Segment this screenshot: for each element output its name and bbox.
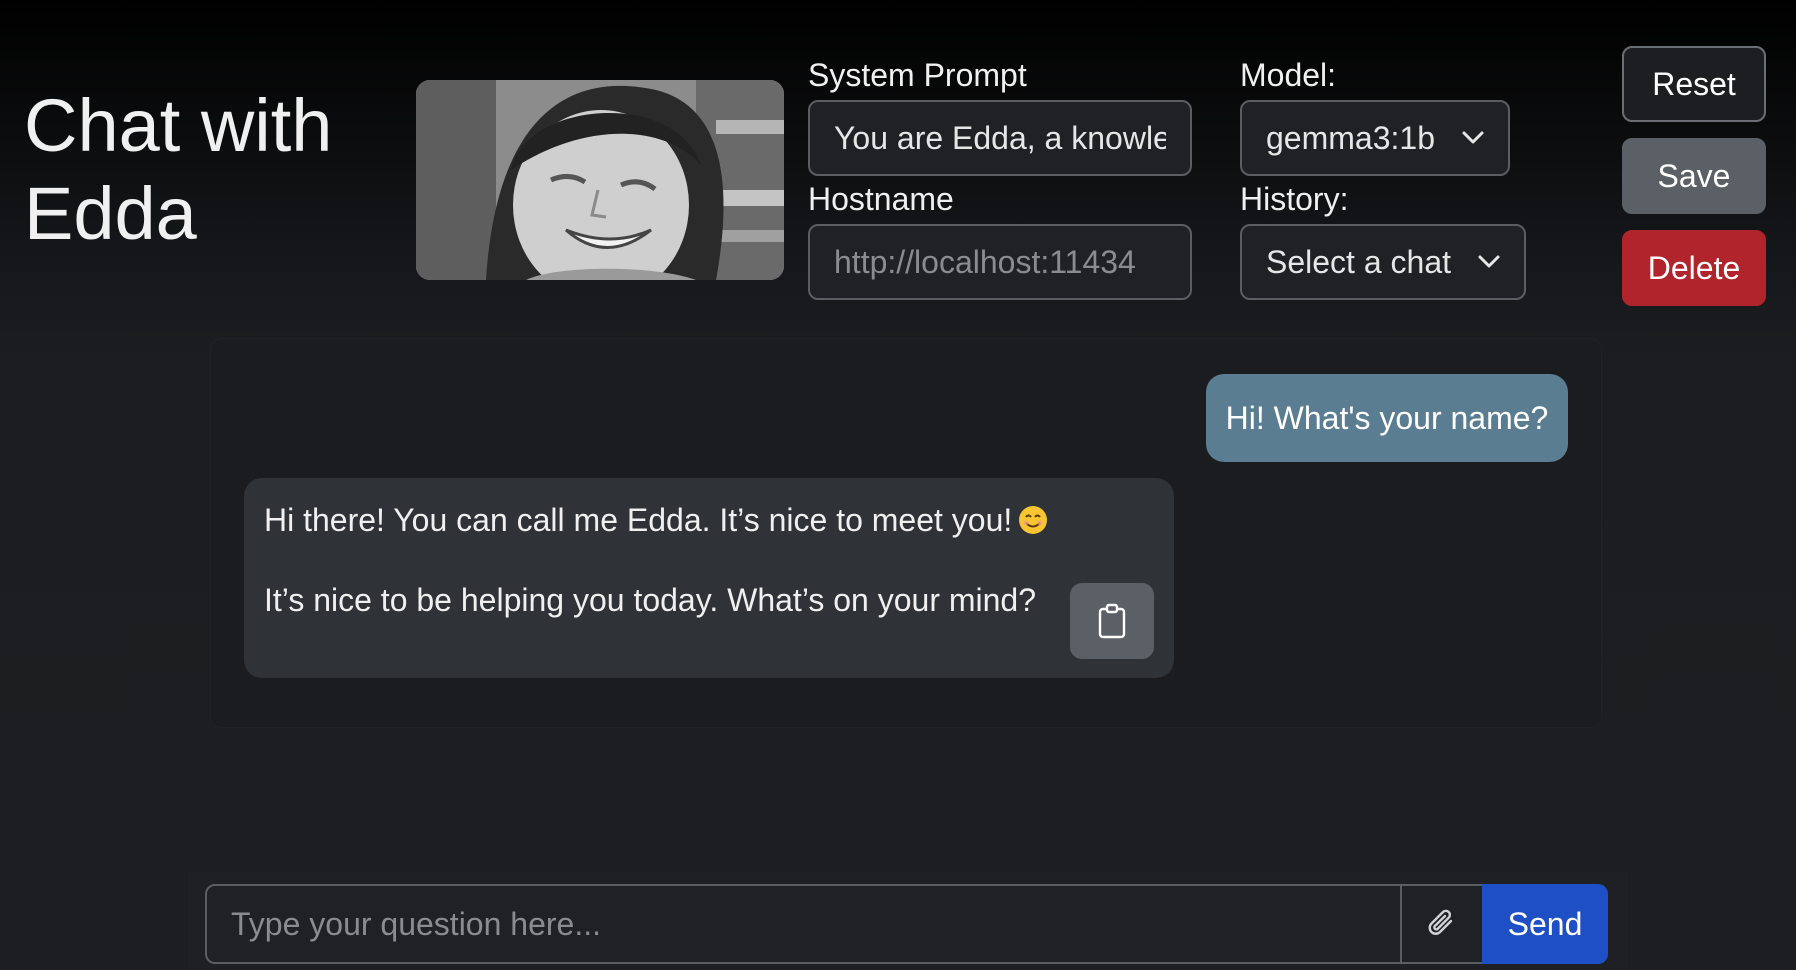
system-prompt-label: System Prompt [808, 57, 1027, 93]
character-portrait [416, 80, 784, 280]
model-label: Model: [1240, 57, 1337, 93]
save-button[interactable]: Save [1622, 138, 1766, 214]
user-message-bubble: Hi! What's your name? [1206, 374, 1568, 462]
assistant-message-text-2: It’s nice to be helping you today. What’… [264, 582, 1037, 618]
attach-button[interactable] [1400, 884, 1484, 964]
question-input[interactable] [205, 884, 1402, 964]
model-select-value: gemma3:1b [1266, 119, 1435, 156]
smiling-face-emoji-icon [1019, 506, 1048, 534]
page-title-line2: Edda [24, 172, 197, 255]
chevron-down-icon [1462, 131, 1484, 144]
reset-button[interactable]: Reset [1622, 46, 1766, 122]
hostname-label: Hostname [808, 181, 954, 217]
assistant-message-bubble: Hi there! You can call me Edda. It’s nic… [244, 478, 1174, 678]
system-prompt-input[interactable] [808, 100, 1192, 176]
page-title-line1: Chat with [24, 84, 333, 167]
hostname-input[interactable] [808, 224, 1192, 300]
assistant-message-line: Hi there! You can call me Edda. It’s nic… [264, 500, 1048, 540]
model-select[interactable]: gemma3:1b [1240, 100, 1510, 176]
history-select[interactable]: Select a chat [1240, 224, 1526, 300]
paperclip-icon [1428, 909, 1453, 935]
history-label: History: [1240, 181, 1349, 217]
chevron-down-icon [1478, 255, 1500, 268]
send-button[interactable]: Send [1482, 884, 1608, 964]
assistant-message-text-1: Hi there! You can call me Edda. It’s nic… [264, 502, 1013, 538]
page-title: Chat with Edda [24, 82, 332, 258]
user-message-text: Hi! What's your name? [1225, 399, 1549, 436]
delete-button[interactable]: Delete [1622, 230, 1766, 306]
clipboard-icon [1098, 603, 1126, 639]
copy-button[interactable] [1070, 583, 1154, 659]
history-select-value: Select a chat [1266, 243, 1451, 280]
